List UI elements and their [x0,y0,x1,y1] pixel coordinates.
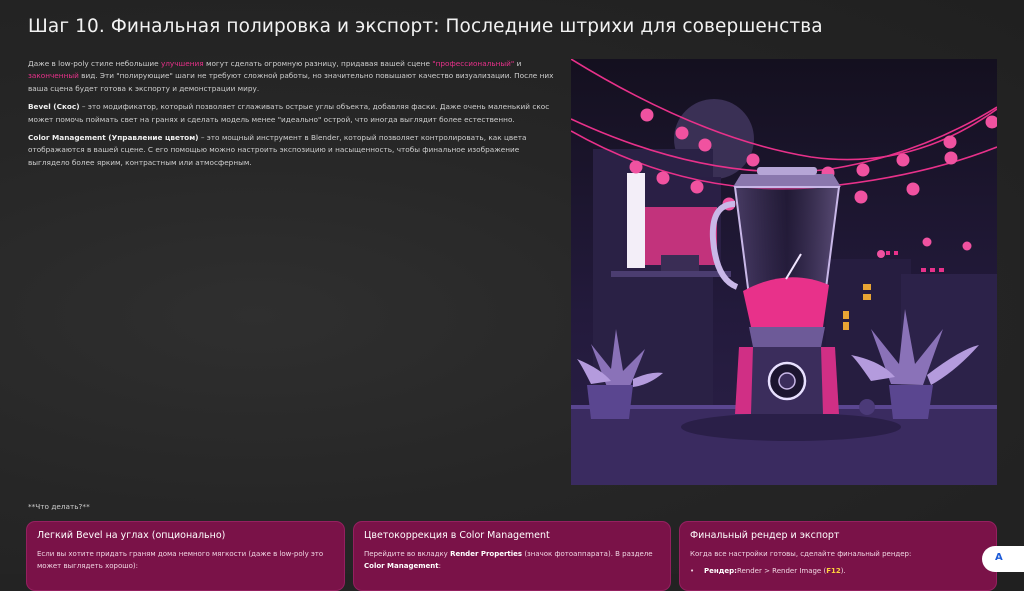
card-title: Цветокоррекция в Color Management [364,530,550,541]
intro-paragraph-color-management: Color Management (Управление цветом) – э… [28,133,527,167]
card-body: Когда все настройки готовы, сделайте фин… [690,550,912,558]
window-curtain [627,173,645,268]
blender-illustration [571,59,997,485]
intro-text: Даже в low-poly стиле небольшие улучшени… [28,58,558,175]
window-box [661,255,699,273]
card-body: Перейдите во вкладку Render Properties (… [364,550,653,570]
bullet-dot: • [690,567,695,575]
highlight-professional: "профессиональный" [432,59,515,68]
card-body: Если вы хотите придать граням дома немно… [37,550,324,570]
card-color-management: Цветокоррекция в Color Management Перейд… [353,521,671,591]
highlight-improvements: улучшения [160,59,204,68]
list-item: • Рендер:Render > Render Image (F12). [690,567,846,575]
blender-shadow [681,413,901,441]
small-ball [859,399,875,415]
floating-action-button[interactable]: A [982,546,1024,572]
card-final-render: Финальный рендер и экспорт Когда все нас… [679,521,997,591]
window-sill [611,271,731,277]
page-title: Шаг 10. Финальная полировка и экспорт: П… [28,16,823,37]
intro-paragraph-bevel: Bevel (Скос) – это модификатор, который … [28,102,550,124]
card-title: Легкий Bevel на углах (опционально) [37,530,226,541]
highlight-finished: законченный [28,71,79,81]
card-bevel: Легкий Bevel на углах (опционально) Если… [26,521,345,591]
card-title: Финальный рендер и экспорт [690,530,840,541]
what-to-do-label: **Что делать?** [28,502,90,511]
intro-paragraph-1: Даже в low-poly стиле небольшие улучшени… [28,59,554,93]
